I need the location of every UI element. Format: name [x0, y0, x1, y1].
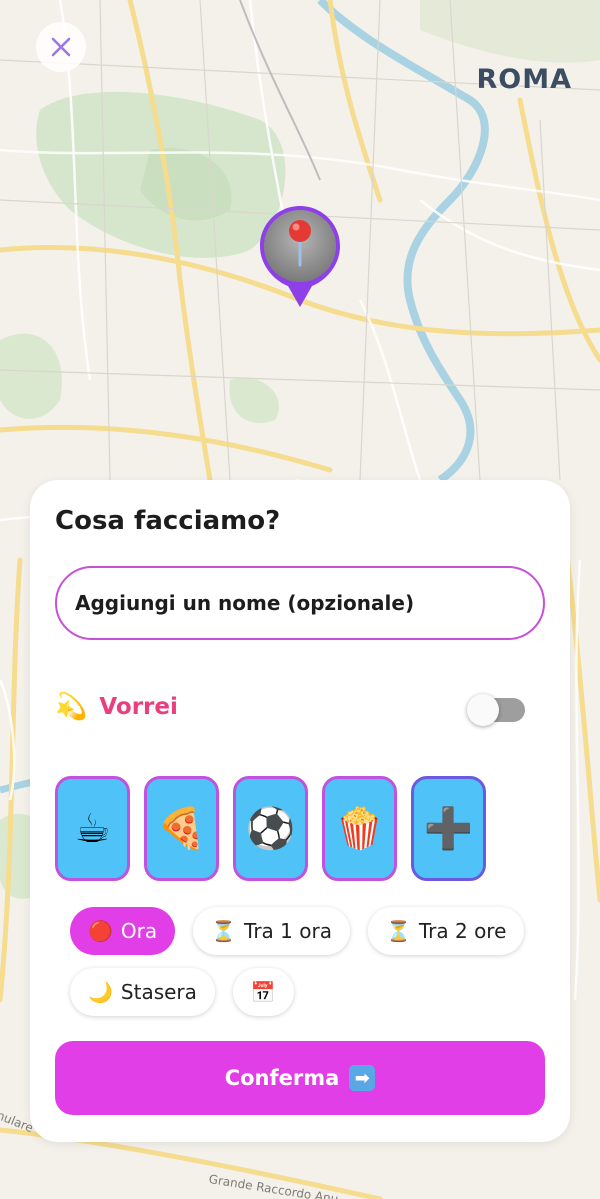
- time-chip-label: Stasera: [120, 980, 197, 1004]
- city-label: ROMA: [476, 64, 572, 95]
- time-chip-tra-2-ore[interactable]: ⏳ Tra 2 ore: [367, 907, 525, 955]
- location-pin[interactable]: [257, 203, 343, 311]
- confirm-button[interactable]: Conferma ➡: [55, 1041, 545, 1115]
- activity-pizza-button[interactable]: 🍕: [144, 776, 219, 881]
- time-chip-ora[interactable]: 🔴 Ora: [70, 907, 176, 955]
- add-activity-button[interactable]: ➕: [411, 776, 486, 881]
- activity-picker: ☕ 🍕 ⚽ 🍿 ➕: [55, 776, 486, 881]
- coffee-icon: ☕: [74, 805, 111, 852]
- activity-soccer-button[interactable]: ⚽: [233, 776, 308, 881]
- hourglass-icon: ⏳: [211, 919, 237, 943]
- close-button[interactable]: [36, 22, 86, 72]
- crescent-moon-icon: 🌙: [88, 980, 113, 1004]
- plus-icon: ➕: [423, 806, 474, 852]
- activity-coffee-button[interactable]: ☕: [55, 776, 130, 881]
- card-title: Cosa facciamo?: [55, 506, 281, 536]
- activity-card: Cosa facciamo? 💫 Vorrei ☕ 🍕 ⚽ 🍿 ➕ 🔴 Ora …: [30, 480, 570, 1142]
- popcorn-icon: 🍿: [334, 806, 385, 852]
- pizza-icon: 🍕: [156, 806, 207, 852]
- activity-popcorn-button[interactable]: 🍿: [322, 776, 397, 881]
- time-chip-tra-1-ora[interactable]: ⏳ Tra 1 ora: [193, 907, 350, 955]
- time-options-row2: 🌙 Stasera 📅: [70, 968, 294, 1016]
- wish-toggle[interactable]: [467, 694, 525, 726]
- hourglass-icon: ⏳: [385, 919, 411, 943]
- red-circle-icon: 🔴: [88, 919, 113, 943]
- dizzy-icon: 💫: [55, 692, 88, 722]
- soccer-ball-icon: ⚽: [245, 806, 296, 852]
- time-chip-calendar[interactable]: 📅: [232, 968, 294, 1016]
- close-icon: [51, 37, 71, 57]
- time-chip-label: Tra 2 ore: [418, 919, 507, 943]
- wish-row: 💫 Vorrei: [55, 692, 178, 722]
- time-options: 🔴 Ora ⏳ Tra 1 ora ⏳ Tra 2 ore: [70, 907, 525, 955]
- time-chip-label: Ora: [120, 919, 158, 943]
- time-chip-label: Tra 1 ora: [244, 919, 332, 943]
- confirm-label: Conferma: [224, 1066, 340, 1090]
- map-marker-icon: [260, 206, 340, 307]
- wish-label: Vorrei: [99, 694, 178, 720]
- right-arrow-icon: ➡: [349, 1065, 376, 1091]
- time-chip-stasera[interactable]: 🌙 Stasera: [70, 968, 215, 1016]
- activity-name-input[interactable]: [55, 566, 545, 640]
- toggle-knob[interactable]: [467, 694, 499, 726]
- calendar-icon: 📅: [250, 980, 276, 1004]
